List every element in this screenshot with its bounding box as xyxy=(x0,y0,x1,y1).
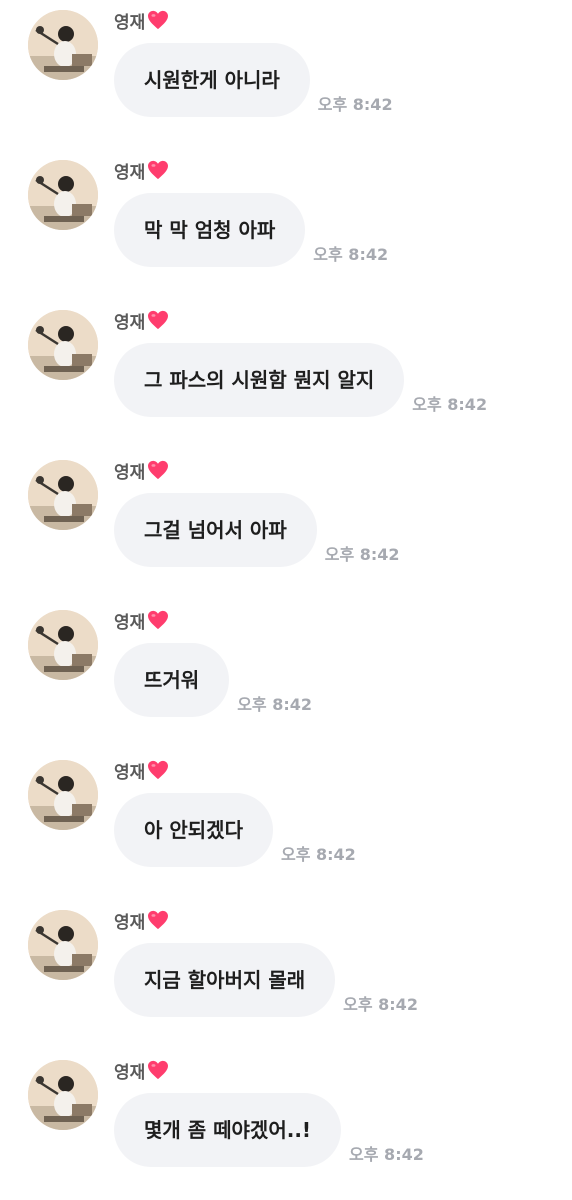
avatar-photo xyxy=(28,1060,98,1130)
heart-icon xyxy=(148,160,169,180)
sender-name-text: 영재 xyxy=(114,912,146,933)
sender-name: 영재 xyxy=(114,908,169,933)
message-time: 오후 8:42 xyxy=(412,395,488,414)
chat-message: 영재 뜨거워 오후 8:42 xyxy=(0,600,572,750)
message-row: 그걸 넘어서 아파 오후 8:42 xyxy=(114,493,400,567)
avatar-photo xyxy=(28,910,98,980)
chat-message: 영재 몇개 좀 떼야겠어..! 오후 8:42 xyxy=(0,1050,572,1200)
message-row: 지금 할아버지 몰래 오후 8:42 xyxy=(114,943,418,1017)
avatar[interactable] xyxy=(28,160,98,230)
sender-name-text: 영재 xyxy=(114,762,146,783)
message-bubble[interactable]: 막 막 엄청 아파 xyxy=(114,193,306,267)
message-row: 몇개 좀 떼야겠어..! 오후 8:42 xyxy=(114,1093,424,1167)
chat-message: 영재 지금 할아버지 몰래 오후 8:42 xyxy=(0,900,572,1050)
sender-name: 영재 xyxy=(114,758,169,783)
message-bubble[interactable]: 뜨거워 xyxy=(114,643,230,717)
heart-icon xyxy=(148,910,169,930)
sender-name-text: 영재 xyxy=(114,162,146,183)
avatar-photo xyxy=(28,160,98,230)
message-row: 아 안되겠다 오후 8:42 xyxy=(114,793,356,867)
message-row: 막 막 엄청 아파 오후 8:42 xyxy=(114,193,388,267)
message-bubble[interactable]: 아 안되겠다 xyxy=(114,793,273,867)
heart-icon xyxy=(148,10,169,30)
message-bubble[interactable]: 지금 할아버지 몰래 xyxy=(114,943,336,1017)
message-time: 오후 8:42 xyxy=(313,245,389,264)
heart-icon xyxy=(148,1060,169,1080)
chat-message: 영재 그걸 넘어서 아파 오후 8:42 xyxy=(0,450,572,600)
sender-name-text: 영재 xyxy=(114,12,146,33)
sender-name-text: 영재 xyxy=(114,312,146,333)
message-row: 시원한게 아니라 오후 8:42 xyxy=(114,43,393,117)
heart-icon xyxy=(148,610,169,630)
avatar[interactable] xyxy=(28,1060,98,1130)
message-time: 오후 8:42 xyxy=(280,845,356,864)
chat-message: 영재 아 안되겠다 오후 8:42 xyxy=(0,750,572,900)
sender-name: 영재 xyxy=(114,1058,169,1083)
message-time: 오후 8:42 xyxy=(317,95,393,114)
message-bubble[interactable]: 시원한게 아니라 xyxy=(114,43,310,117)
sender-name-text: 영재 xyxy=(114,1062,146,1083)
sender-name: 영재 xyxy=(114,308,169,333)
message-bubble[interactable]: 그걸 넘어서 아파 xyxy=(114,493,317,567)
sender-name: 영재 xyxy=(114,458,169,483)
avatar[interactable] xyxy=(28,610,98,680)
avatar[interactable] xyxy=(28,460,98,530)
heart-icon xyxy=(148,460,169,480)
avatar[interactable] xyxy=(28,910,98,980)
avatar-photo xyxy=(28,310,98,380)
heart-icon xyxy=(148,760,169,780)
message-bubble[interactable]: 그 파스의 시원함 뭔지 알지 xyxy=(114,343,405,417)
heart-icon xyxy=(148,310,169,330)
sender-name: 영재 xyxy=(114,608,169,633)
sender-name-text: 영재 xyxy=(114,462,146,483)
avatar[interactable] xyxy=(28,10,98,80)
message-time: 오후 8:42 xyxy=(324,545,400,564)
sender-name: 영재 xyxy=(114,158,169,183)
message-time: 오후 8:42 xyxy=(349,1145,424,1164)
chat-message: 영재 막 막 엄청 아파 오후 8:42 xyxy=(0,150,572,300)
message-bubble[interactable]: 몇개 좀 떼야겠어..! xyxy=(114,1093,342,1167)
message-row: 뜨거워 오후 8:42 xyxy=(114,643,312,717)
message-time: 오후 8:42 xyxy=(343,995,418,1014)
avatar[interactable] xyxy=(28,310,98,380)
message-row: 그 파스의 시원함 뭔지 알지 오후 8:42 xyxy=(114,343,487,417)
chat-message: 영재 시원한게 아니라 오후 8:42 xyxy=(0,0,572,150)
message-time: 오후 8:42 xyxy=(237,695,313,714)
avatar-photo xyxy=(28,10,98,80)
avatar-photo xyxy=(28,460,98,530)
chat-message: 영재 그 파스의 시원함 뭔지 알지 오후 8:42 xyxy=(0,300,572,450)
sender-name: 영재 xyxy=(114,8,169,33)
sender-name-text: 영재 xyxy=(114,612,146,633)
avatar[interactable] xyxy=(28,760,98,830)
avatar-photo xyxy=(28,610,98,680)
avatar-photo xyxy=(28,760,98,830)
